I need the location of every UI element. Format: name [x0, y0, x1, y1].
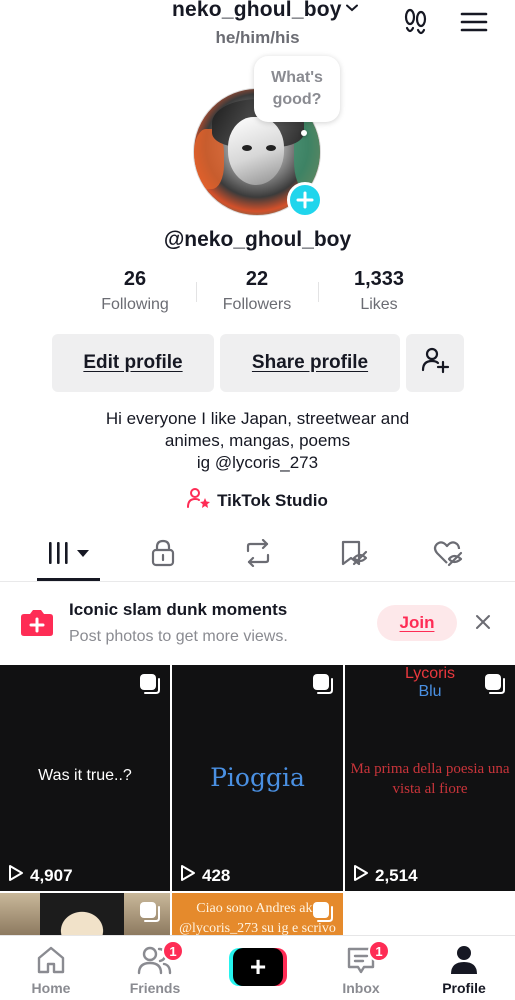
join-button[interactable]: Join: [377, 605, 457, 641]
profile-bio: Hi everyone I like Japan, streetwear and…: [0, 408, 515, 474]
view-count-value: 2,514: [375, 865, 418, 885]
video-grid: Was it true..? 4,907 Pioggia 428 Lycoris…: [0, 665, 515, 935]
notification-badge: 1: [162, 940, 184, 962]
avatar-art-eye: [266, 145, 276, 151]
create-button[interactable]: +: [229, 948, 287, 986]
chevron-down-icon: [345, 1, 358, 15]
tab-liked[interactable]: [423, 538, 473, 572]
tab-favorites[interactable]: [328, 538, 378, 572]
promo-banner[interactable]: Iconic slam dunk moments Post photos to …: [0, 583, 515, 665]
nav-friends[interactable]: 1 Friends: [110, 940, 200, 996]
stat-label: Likes: [360, 296, 398, 313]
stat-likes[interactable]: 1,333 Likes: [318, 266, 440, 318]
photo-carousel-icon: [312, 673, 334, 700]
photo-carousel-icon: [312, 901, 334, 928]
share-profile-button[interactable]: Share profile: [220, 334, 400, 392]
videos-grid-icon: [45, 540, 91, 571]
plus-icon: +: [233, 948, 283, 986]
bio-line: animes, mangas, poems: [164, 431, 351, 450]
bio-line[interactable]: ig @lycoris_273: [0, 452, 515, 474]
photo-carousel-icon: [484, 673, 506, 700]
profile-actions: Edit profile Share profile: [52, 334, 464, 392]
username-title: neko_ghoul_boy: [172, 0, 342, 21]
tab-videos[interactable]: [43, 538, 93, 572]
bubble-tail: [301, 130, 307, 136]
plus-icon[interactable]: [287, 182, 323, 218]
view-count: 428: [180, 864, 230, 887]
video-thumbnail[interactable]: Lycoris Blu Ma prima della poesia una vi…: [345, 665, 515, 891]
bookmark-icon: [338, 539, 368, 572]
play-icon: [353, 864, 369, 887]
play-icon: [8, 864, 24, 887]
view-count: 4,907: [8, 864, 73, 887]
pronouns: he/him/his: [215, 28, 300, 47]
add-friend-icon: [420, 345, 450, 381]
thumbnail-art: [40, 893, 124, 935]
notification-badge: 1: [368, 940, 390, 962]
tiktok-studio-link[interactable]: TikTok Studio: [0, 487, 515, 514]
hamburger-menu-icon[interactable]: [458, 6, 490, 38]
banner-subtitle: Post photos to get more views.: [69, 628, 288, 645]
nav-label: Friends: [129, 980, 181, 996]
video-thumbnail[interactable]: Was it true..? 4,907: [0, 665, 170, 891]
avatar-art-face: [228, 117, 284, 185]
bottom-navigation: Home 1 Friends + 1 Inbox Profile: [0, 935, 515, 1000]
stat-label: Followers: [222, 296, 292, 313]
bio-line: Hi everyone I like Japan, streetwear and: [105, 409, 410, 428]
content-tabs: [0, 532, 515, 582]
video-thumbnail[interactable]: [0, 893, 170, 935]
profile-header: neko_ghoul_boy he/him/his: [0, 0, 515, 52]
close-icon[interactable]: [472, 611, 494, 633]
friends-icon: 1: [110, 940, 200, 978]
photo-carousel-icon: [139, 673, 161, 700]
banner-title: Iconic slam dunk moments: [69, 600, 288, 619]
tab-reposts[interactable]: [233, 538, 283, 572]
home-icon: [6, 942, 96, 978]
add-friend-button[interactable]: [406, 334, 464, 392]
video-caption: Was it true..?: [38, 767, 132, 784]
tiktok-studio-label: TikTok Studio: [217, 490, 328, 510]
nav-label: Inbox: [342, 980, 380, 996]
view-count-value: 428: [202, 865, 231, 885]
video-thumbnail[interactable]: Pioggia 428: [172, 665, 343, 891]
account-switcher[interactable]: neko_ghoul_boy: [172, 0, 358, 22]
video-caption: Ma prima della poesia una vista al fiore: [350, 761, 510, 797]
stat-value: 1,333: [353, 268, 405, 290]
footprint-icon[interactable]: [400, 6, 432, 38]
inbox-icon: 1: [316, 940, 406, 978]
play-icon: [180, 864, 196, 887]
video-caption: Pioggia: [210, 763, 305, 792]
nav-profile[interactable]: Profile: [419, 942, 509, 996]
profile-stats: 26 Following 22 Followers 1,333 Likes: [74, 266, 440, 318]
repost-icon: [243, 538, 273, 572]
lock-icon: [150, 539, 176, 572]
tab-private[interactable]: [138, 538, 188, 572]
nav-inbox[interactable]: 1 Inbox: [316, 940, 406, 996]
profile-icon: [419, 942, 509, 978]
photo-carousel-icon: [139, 901, 161, 928]
person-star-icon: [187, 487, 211, 514]
nav-label: Profile: [442, 980, 486, 996]
active-tab-indicator: [37, 578, 100, 581]
stat-label: Following: [101, 296, 169, 313]
liked-hidden-icon: [433, 539, 463, 572]
avatar-art-eye: [242, 145, 252, 151]
profile-handle: @neko_ghoul_boy: [163, 228, 352, 251]
stat-followers[interactable]: 22 Followers: [196, 266, 318, 318]
status-bubble[interactable]: What's good?: [254, 56, 340, 122]
view-count: 2,514: [353, 864, 418, 887]
video-thumbnail[interactable]: Ciao sono Andres aka @lycoris_273 su ig …: [172, 893, 343, 935]
edit-profile-button[interactable]: Edit profile: [52, 334, 214, 392]
stat-following[interactable]: 26 Following: [74, 266, 196, 318]
stat-value: 22: [245, 268, 269, 290]
stat-value: 26: [123, 268, 147, 290]
view-count-value: 4,907: [30, 865, 73, 885]
add-photo-icon: [20, 607, 54, 637]
nav-label: Home: [31, 980, 71, 996]
nav-home[interactable]: Home: [6, 942, 96, 996]
